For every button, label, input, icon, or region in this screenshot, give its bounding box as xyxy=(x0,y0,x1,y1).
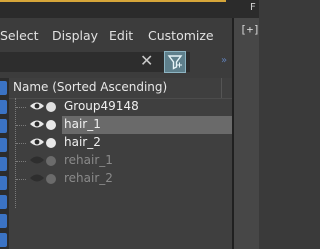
list-item[interactable]: rehair_2 xyxy=(9,170,232,188)
eye-icon[interactable] xyxy=(29,118,45,130)
object-name: hair_2 xyxy=(64,135,101,149)
column-divider[interactable] xyxy=(221,78,222,98)
menu-display[interactable]: Display xyxy=(52,28,98,43)
double-chevron-icon[interactable]: » xyxy=(221,55,227,66)
eye-hidden-icon[interactable] xyxy=(29,154,45,166)
menu-customize[interactable]: Customize xyxy=(148,28,214,43)
menu-bar: Select Display Edit Customize xyxy=(0,26,226,48)
object-name: rehair_2 xyxy=(64,171,113,185)
column-header-name[interactable]: Name (Sorted Ascending) xyxy=(9,78,232,99)
list-item[interactable]: Group49148 xyxy=(9,98,232,116)
freeze-toggle[interactable] xyxy=(46,120,56,130)
corner-text: F xyxy=(250,2,256,13)
toolbar-icon[interactable] xyxy=(0,119,7,133)
object-name: hair_1 xyxy=(64,117,101,131)
toolbar-icon[interactable] xyxy=(0,81,7,95)
eye-hidden-icon[interactable] xyxy=(29,172,45,184)
tree-branch xyxy=(16,107,26,108)
list-item[interactable]: hair_2 xyxy=(9,134,232,152)
viewport-background xyxy=(234,18,259,249)
left-toolbar xyxy=(0,78,9,249)
scene-explorer-panel: F [+] Select Display Edit Customize ✕ » … xyxy=(0,0,259,249)
menu-select[interactable]: Select xyxy=(0,28,39,43)
object-name: Group49148 xyxy=(64,99,139,113)
list-item[interactable]: rehair_1 xyxy=(9,152,232,170)
filter-icon xyxy=(167,55,183,70)
toolbar-icon[interactable] xyxy=(0,100,7,114)
toolbar-icon[interactable] xyxy=(0,176,7,190)
object-name: rehair_1 xyxy=(64,153,113,167)
tree-branch xyxy=(16,161,26,162)
freeze-toggle[interactable] xyxy=(46,156,56,166)
toolbar-icon[interactable] xyxy=(0,195,7,209)
toolbar-icon[interactable] xyxy=(0,157,7,171)
tree-branch xyxy=(16,179,26,180)
scene-outliner: Name (Sorted Ascending) Group49148 hair_… xyxy=(9,78,232,249)
viewport[interactable]: [+] xyxy=(232,18,259,249)
list-item[interactable]: hair_1 xyxy=(9,116,232,134)
eye-icon[interactable] xyxy=(29,100,45,112)
menu-edit[interactable]: Edit xyxy=(109,28,133,43)
freeze-toggle[interactable] xyxy=(46,174,56,184)
toolbar-icon[interactable] xyxy=(0,214,7,228)
toolbar-icon[interactable] xyxy=(0,138,7,152)
filter-button[interactable] xyxy=(164,51,186,73)
freeze-toggle[interactable] xyxy=(46,138,56,148)
title-strip: F xyxy=(0,0,259,18)
tree-branch xyxy=(16,143,26,144)
toolbar-icon[interactable] xyxy=(0,233,7,247)
eye-icon[interactable] xyxy=(29,136,45,148)
search-input[interactable] xyxy=(0,52,190,72)
close-icon[interactable]: ✕ xyxy=(140,53,153,69)
freeze-toggle[interactable] xyxy=(46,102,56,112)
column-header-label: Name (Sorted Ascending) xyxy=(13,80,168,94)
viewport-label[interactable]: [+] xyxy=(240,23,259,36)
tree-branch xyxy=(16,125,26,126)
active-accent-bar xyxy=(0,0,226,2)
